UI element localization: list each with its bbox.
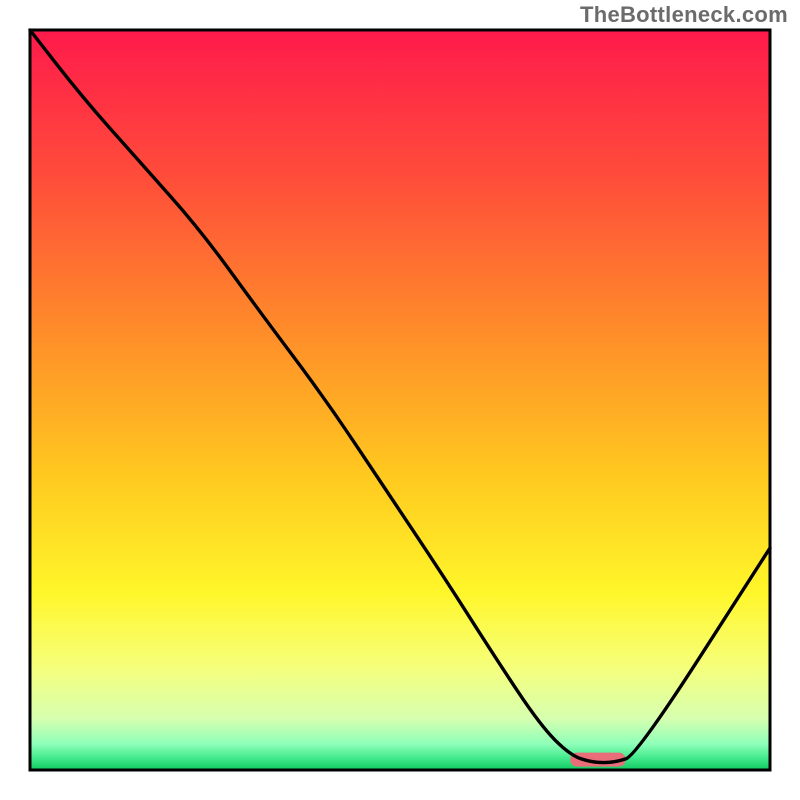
plot-background	[30, 30, 770, 770]
watermark-text: TheBottleneck.com	[580, 2, 788, 28]
chart-container: TheBottleneck.com	[0, 0, 800, 800]
bottleneck-chart	[0, 0, 800, 800]
